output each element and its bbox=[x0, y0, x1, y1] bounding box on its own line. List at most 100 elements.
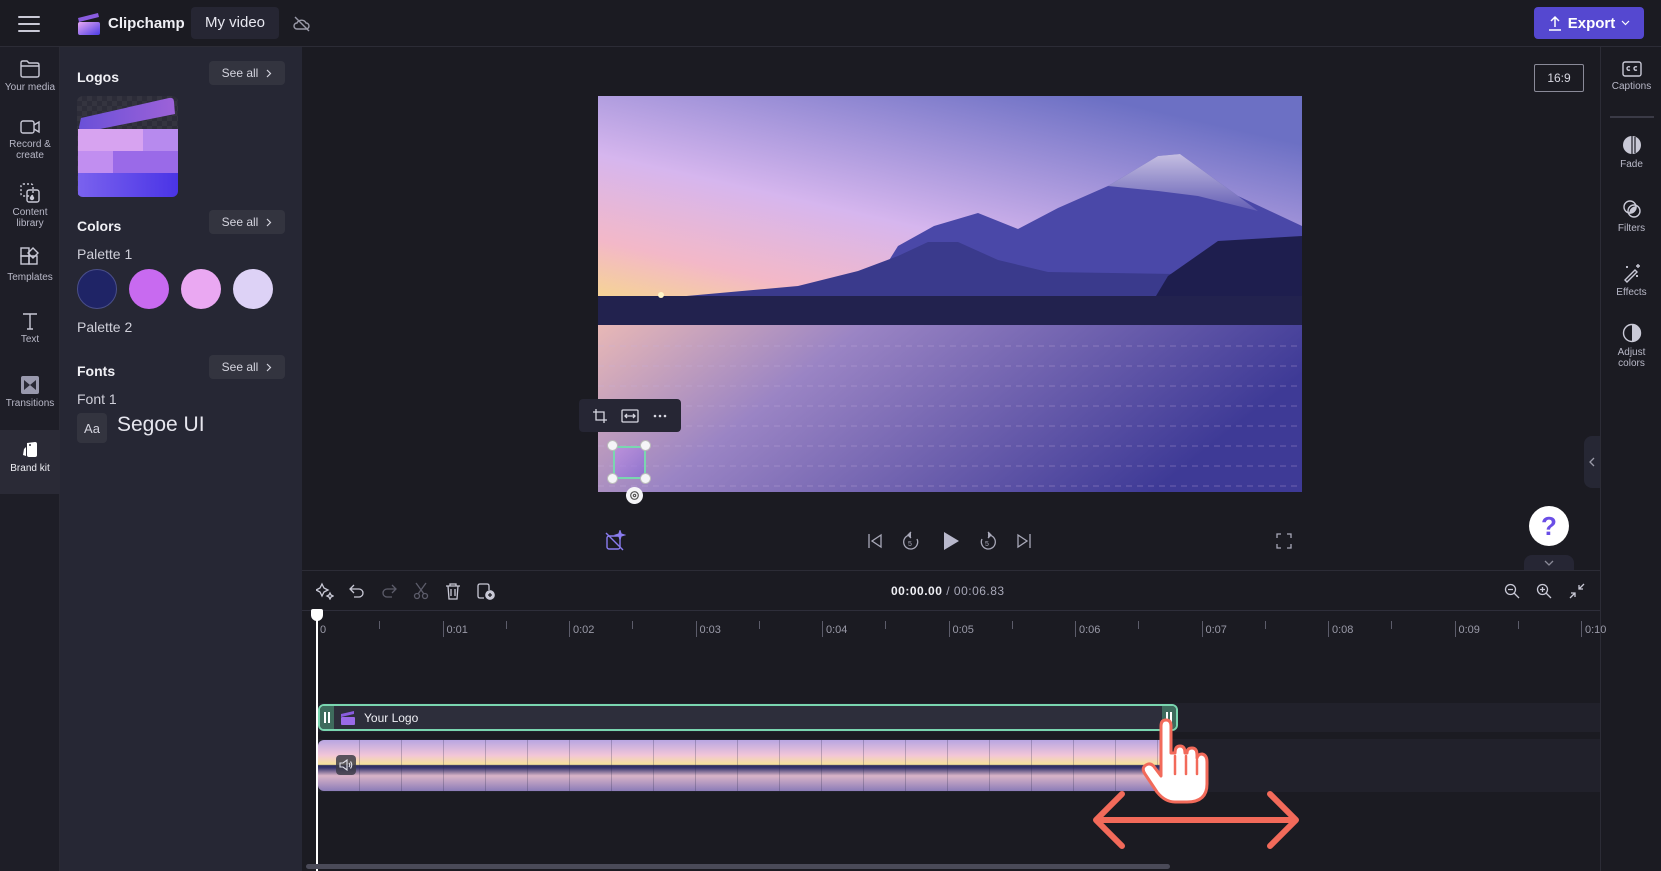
filmstrip-frame bbox=[780, 740, 822, 791]
redo-icon[interactable] bbox=[378, 580, 400, 602]
filmstrip-frame bbox=[1032, 740, 1074, 791]
color-swatch[interactable] bbox=[129, 269, 169, 309]
adjust-colors-tab[interactable]: Adjust colors bbox=[1601, 323, 1661, 369]
chevron-down-icon bbox=[1621, 20, 1630, 26]
brand-logo-thumbnail[interactable] bbox=[77, 96, 178, 197]
ruler-minor-tick bbox=[632, 621, 634, 629]
nav-your-media[interactable]: Your media bbox=[0, 49, 60, 111]
effects-tab[interactable]: Effects bbox=[1601, 263, 1661, 298]
aspect-ratio-button[interactable]: 16:9 bbox=[1534, 64, 1584, 92]
undo-icon[interactable] bbox=[346, 580, 368, 602]
timeline-horizontal-scrollbar[interactable] bbox=[306, 864, 1170, 869]
delete-icon[interactable] bbox=[442, 580, 464, 602]
hamburger-line bbox=[18, 23, 40, 25]
see-all-label: See all bbox=[221, 215, 259, 229]
nav-content-library[interactable]: Content library bbox=[0, 172, 60, 234]
nav-label: Text bbox=[20, 334, 40, 345]
brand-kit-panel: Logos See all Colors See all Palette 1 P… bbox=[60, 47, 302, 871]
ruler-major-tick bbox=[1075, 621, 1076, 637]
skip-to-end-icon[interactable] bbox=[1013, 530, 1035, 552]
more-options-icon[interactable] bbox=[649, 405, 671, 427]
filmstrip-frame bbox=[990, 740, 1032, 791]
nav-brand-kit[interactable]: Brand kit bbox=[0, 430, 60, 494]
filmstrip-frame bbox=[864, 740, 906, 791]
nav-transitions[interactable]: Transitions bbox=[0, 365, 60, 427]
menu-button[interactable] bbox=[18, 13, 40, 33]
skip-to-start-icon[interactable] bbox=[864, 530, 886, 552]
time-separator: / bbox=[942, 584, 954, 598]
filters-tab[interactable]: Filters bbox=[1601, 199, 1661, 234]
chevron-left-icon bbox=[1589, 457, 1595, 467]
magic-edit-off-icon[interactable] bbox=[604, 530, 626, 552]
clipchamp-logo-icon bbox=[76, 12, 102, 36]
fonts-heading: Fonts bbox=[77, 363, 116, 379]
resize-handle-top-right[interactable] bbox=[640, 440, 651, 451]
fade-tab[interactable]: Fade bbox=[1601, 135, 1661, 170]
fullscreen-icon[interactable] bbox=[1273, 530, 1295, 552]
split-icon[interactable] bbox=[410, 580, 432, 602]
color-swatch[interactable] bbox=[77, 269, 117, 309]
ruler-major-tick bbox=[1581, 621, 1582, 637]
total-time: 00:06.83 bbox=[953, 584, 1005, 598]
project-title[interactable]: My video bbox=[191, 7, 280, 39]
captions-tab[interactable]: Captions bbox=[1601, 61, 1661, 92]
help-button[interactable]: ? bbox=[1529, 506, 1569, 546]
filters-icon bbox=[1622, 199, 1642, 219]
ruler-tick-label: 0 bbox=[320, 624, 327, 636]
resize-handle-bottom-right[interactable] bbox=[640, 473, 651, 484]
export-button[interactable]: Export bbox=[1534, 7, 1644, 39]
clip-name: Your Logo bbox=[364, 710, 419, 725]
timeline-ruler[interactable]: 0 0:01 0:02 0:03 0:04 0:05 0:06 0:07 0:08 0:09 0:1… bbox=[302, 610, 1606, 640]
zoom-out-icon[interactable] bbox=[1501, 580, 1523, 602]
resize-handle-top-left[interactable] bbox=[607, 440, 618, 451]
colors-see-all-button[interactable]: See all bbox=[209, 210, 285, 234]
top-bar: Clipchamp My video Export bbox=[0, 0, 1661, 47]
crop-icon[interactable] bbox=[589, 405, 611, 427]
nav-templates[interactable]: Templates bbox=[0, 237, 60, 299]
logos-see-all-button[interactable]: See all bbox=[209, 61, 285, 85]
fit-icon[interactable] bbox=[619, 405, 641, 427]
color-swatch[interactable] bbox=[181, 269, 221, 309]
rewind-5s-icon[interactable]: 5 bbox=[900, 530, 922, 552]
adjust-colors-icon bbox=[1622, 323, 1642, 343]
nav-label: Brand kit bbox=[10, 463, 50, 474]
nav-record-create[interactable]: Record & create bbox=[0, 108, 60, 170]
video-clip[interactable] bbox=[318, 740, 1170, 791]
mute-button[interactable] bbox=[336, 755, 356, 775]
timecode: 00:00.00 / 00:06.83 bbox=[891, 584, 1005, 598]
captions-icon bbox=[1621, 61, 1642, 77]
logo-clip[interactable]: Your Logo bbox=[318, 704, 1178, 731]
filmstrip-frame bbox=[528, 740, 570, 791]
fit-timeline-icon[interactable] bbox=[1566, 580, 1588, 602]
collapse-preview-button[interactable] bbox=[1524, 555, 1574, 571]
fonts-see-all-button[interactable]: See all bbox=[209, 355, 285, 379]
ruler-minor-tick bbox=[758, 621, 760, 629]
video-preview[interactable] bbox=[598, 96, 1302, 492]
font-1-name[interactable]: Segoe UI bbox=[117, 413, 205, 437]
effects-icon bbox=[1622, 263, 1642, 283]
ai-tools-icon[interactable] bbox=[314, 580, 336, 602]
camera-icon bbox=[19, 118, 41, 136]
ruler-minor-tick bbox=[1264, 621, 1266, 629]
nav-text[interactable]: Text bbox=[0, 301, 60, 363]
svg-text:5: 5 bbox=[908, 541, 912, 548]
ruler-minor-tick bbox=[1138, 621, 1140, 629]
ruler-minor-tick bbox=[1391, 621, 1393, 629]
collapse-right-panel-button[interactable] bbox=[1584, 436, 1600, 488]
palette-1-label: Palette 1 bbox=[77, 246, 133, 262]
hamburger-line bbox=[18, 30, 40, 32]
rotate-handle[interactable] bbox=[626, 487, 643, 504]
color-swatch[interactable] bbox=[233, 269, 273, 309]
filmstrip-frame bbox=[360, 740, 402, 791]
clip-trim-handle-left[interactable] bbox=[320, 706, 334, 729]
playhead-handle[interactable] bbox=[311, 609, 323, 621]
forward-5s-icon[interactable]: 5 bbox=[977, 530, 999, 552]
add-to-timeline-icon[interactable] bbox=[475, 580, 497, 602]
zoom-in-icon[interactable] bbox=[1533, 580, 1555, 602]
resize-handle-bottom-left[interactable] bbox=[607, 473, 618, 484]
ruler-tick-label: 0:10 bbox=[1585, 624, 1607, 636]
play-icon[interactable] bbox=[940, 530, 962, 552]
clip-logo-icon bbox=[340, 710, 356, 725]
ruler-major-tick bbox=[1201, 621, 1203, 637]
cloud-off-icon[interactable] bbox=[292, 14, 312, 34]
